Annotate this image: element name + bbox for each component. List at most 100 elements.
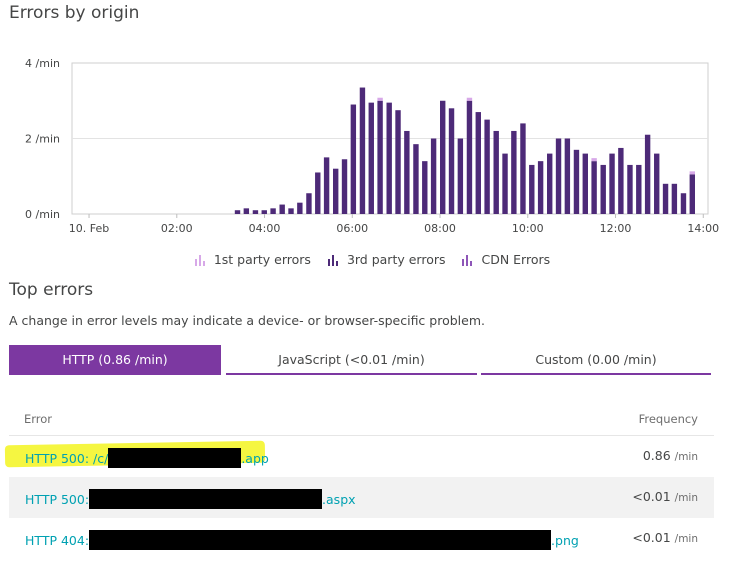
bar [350,104,357,214]
y-tick-label: 0 /min [25,208,60,221]
bar [618,147,624,214]
bar [547,153,553,214]
bar [644,134,651,214]
bar [582,153,588,214]
bar [413,144,419,214]
bar [689,174,695,214]
x-tick-label: 10. Feb [69,222,109,235]
bar [306,193,312,214]
bar [529,164,535,214]
redacted-block [108,448,242,468]
bar [234,210,241,214]
bar [671,183,678,214]
bar [279,204,285,214]
bar [537,161,544,214]
top-errors-table: Error Frequency HTTP 500: /c/ .app 0.86 … [9,405,714,559]
bar [243,208,250,214]
bar [466,100,473,214]
error-frequency: <0.01 /min [632,530,698,545]
table-row: HTTP 500: /c/ .app 0.86 /min [9,436,714,477]
tab-javascript[interactable]: JavaScript (<0.01 /min) [226,345,477,375]
legend-label: 3rd party errors [346,252,446,267]
bar [493,130,499,214]
error-link[interactable]: HTTP 500: .aspx [25,489,356,509]
x-tick-label: 02:00 [161,222,193,235]
tab-http[interactable]: HTTP (0.86 /min) [9,345,221,375]
legend-item-3rd-party[interactable]: 3rd party errors [327,252,446,267]
bar [662,183,669,214]
bar [502,153,508,214]
table-row: HTTP 500: .aspx <0.01 /min [9,477,714,518]
x-tick-label: 10:00 [512,222,544,235]
page-title: Errors by origin [9,3,140,23]
bar [627,164,633,214]
error-prefix: HTTP 500: [25,491,90,507]
bar [395,110,401,214]
bar [288,208,294,214]
table-row: HTTP 404: .png <0.01 /min [9,518,714,559]
bar [315,172,321,214]
bar [475,112,481,214]
bar [484,119,490,214]
bar [297,202,303,214]
y-tick-label: 2 /min [25,133,60,146]
legend-label: 1st party errors [213,252,311,267]
column-header-frequency[interactable]: Frequency [639,412,698,426]
legend-item-cdn[interactable]: CDN Errors [461,252,550,267]
error-suffix: .aspx [322,491,356,507]
redacted-block [89,530,552,550]
column-header-error[interactable]: Error [24,412,52,426]
bar [341,159,348,214]
bar [422,161,428,214]
bar [368,102,374,214]
top-errors-description: A change in error levels may indicate a … [9,313,485,328]
bar [457,138,464,214]
legend-label: CDN Errors [481,252,551,267]
bar [573,149,580,214]
bar [555,138,562,214]
bar [591,161,597,214]
bar [654,153,660,214]
bar [323,157,330,214]
bar-chart-icon [194,254,205,266]
bar-chart-icon [462,254,473,266]
error-suffix: .app [241,450,269,466]
x-tick-label: 08:00 [424,222,456,235]
legend-item-1st-party[interactable]: 1st party errors [194,252,311,267]
error-prefix: HTTP 404: [25,532,90,548]
bar-chart-icon [327,254,338,266]
bar [270,208,276,214]
bar [430,138,437,214]
error-link[interactable]: HTTP 404: .png [25,530,579,550]
chart-legend: 1st party errors 3rd party errors CDN Er… [0,252,744,269]
x-tick-label: 06:00 [336,222,368,235]
error-prefix: HTTP 500: /c/ [25,450,109,466]
errors-chart: 0 /min 2 /min 4 /min 10. Feb 02:00 04:00 06:0… [25,57,719,235]
bar [386,102,392,214]
bar-cap [466,97,473,101]
y-tick-label: 4 /min [25,57,60,70]
bar [636,164,642,214]
bar [359,87,366,214]
error-frequency: <0.01 /min [632,489,698,504]
bar [377,100,383,214]
x-tick-label: 12:00 [600,222,632,235]
error-link[interactable]: HTTP 500: /c/ .app [25,448,269,468]
bar [448,108,455,214]
bar [520,123,526,214]
bar [564,138,571,214]
bar-cap [377,97,383,101]
bar [261,210,267,214]
bar-cap [591,158,597,162]
bar [404,130,410,214]
bar-cap [689,171,695,175]
bar [252,210,259,214]
error-type-tabs: HTTP (0.86 /min) JavaScript (<0.01 /min)… [9,345,711,375]
tab-custom[interactable]: Custom (0.00 /min) [481,345,711,375]
bar [609,153,615,214]
bar [511,130,517,214]
bar [332,168,339,214]
x-tick-label: 04:00 [249,222,281,235]
x-tick-label: 14:00 [687,222,719,235]
error-suffix: .png [551,532,579,548]
